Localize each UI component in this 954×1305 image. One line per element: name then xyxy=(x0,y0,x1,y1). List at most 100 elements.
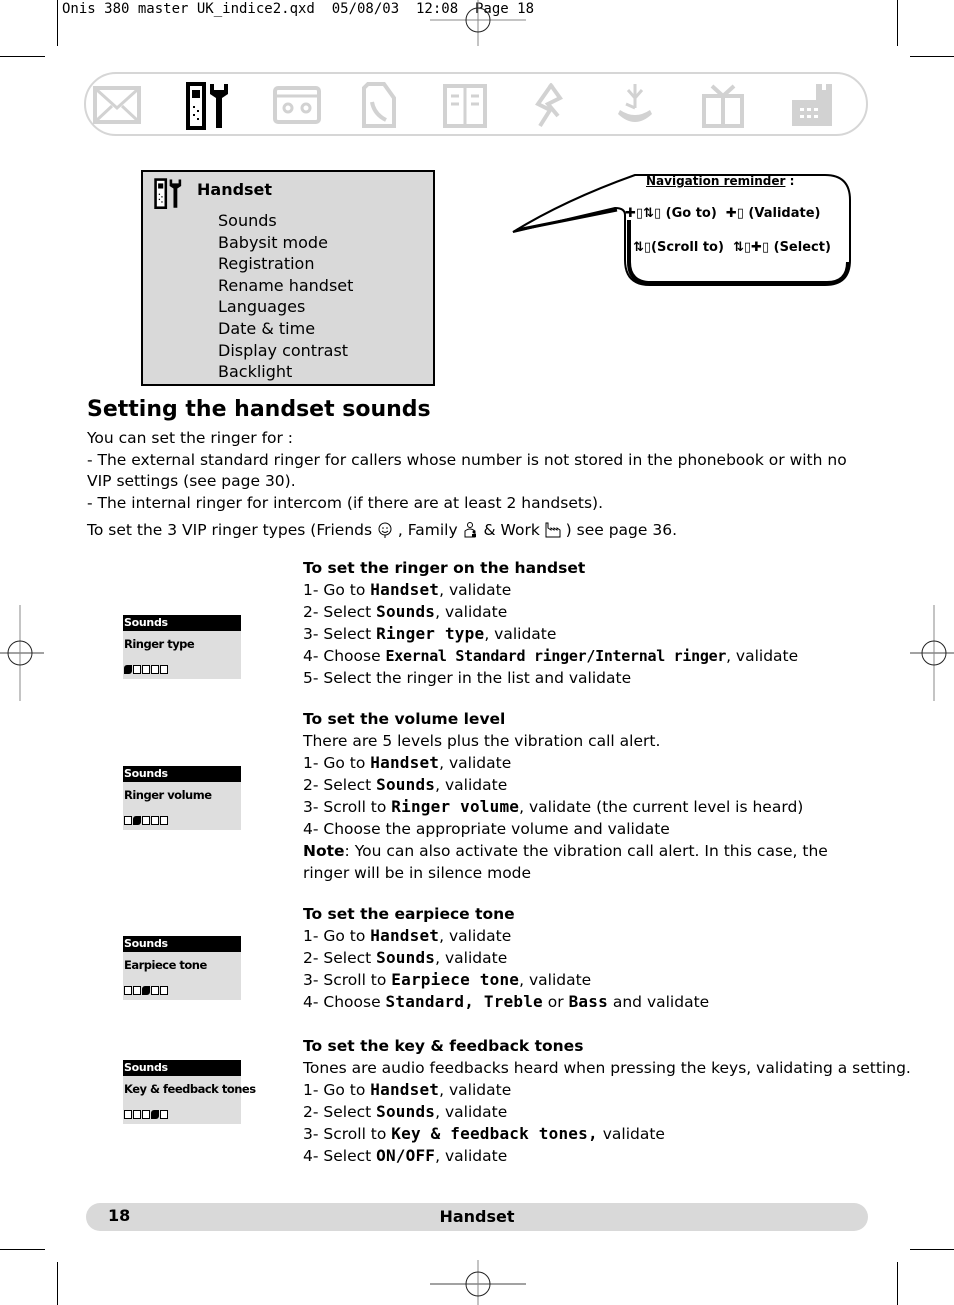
lcd-screen-ringer-type: Sounds Ringer type xyxy=(123,615,241,679)
step-text: , validate xyxy=(439,581,512,599)
step-text: Tones are audio feedbacks heard when pre… xyxy=(303,1059,911,1077)
step-text: 1- Go to xyxy=(303,581,371,599)
section-earpiece-tone: To set the earpiece tone 1- Go to Handse… xyxy=(303,903,868,1013)
level-cell xyxy=(151,1110,159,1119)
step-line: 3- Select Ringer type, validate xyxy=(303,623,868,645)
menu-item-date-time[interactable]: Date & time xyxy=(218,318,353,340)
base-settings-icon[interactable] xyxy=(786,80,836,130)
level-cell xyxy=(151,986,159,995)
phone-call-icon[interactable] xyxy=(354,80,404,130)
section-ringer-type: To set the ringer on the handset 1- Go t… xyxy=(303,557,868,689)
lcd-keyword: Bass xyxy=(568,992,608,1011)
section-heading: To set the key & feedback tones xyxy=(303,1037,584,1055)
step-text: validate xyxy=(597,1125,665,1143)
nav-right-key-icon: ✚▯ xyxy=(725,206,744,221)
step-text: : You can also activate the vibration ca… xyxy=(303,842,828,882)
step-text: , validate xyxy=(439,1081,512,1099)
lcd-keyword: ON/OFF xyxy=(376,1146,436,1165)
intro-line: - The external standard ringer for calle… xyxy=(87,450,847,491)
handset-tools-icon[interactable] xyxy=(184,80,234,130)
intro-line: - The internal ringer for intercom (if t… xyxy=(87,493,603,512)
footer-section-name: Handset xyxy=(439,1207,515,1226)
menu-item-registration[interactable]: Registration xyxy=(218,253,353,275)
step-text: , validate xyxy=(435,1147,508,1165)
step-text: 4- Choose the appropriate volume and val… xyxy=(303,820,670,838)
handset-menu-box: Handset Sounds Babysit mode Registration… xyxy=(141,170,435,386)
level-cell xyxy=(142,816,150,825)
step-line: 3- Scroll to Ringer volume, validate (th… xyxy=(303,796,868,818)
menu-item-display-contrast[interactable]: Display contrast xyxy=(218,340,353,362)
menu-item-rename-handset[interactable]: Rename handset xyxy=(218,275,353,297)
registration-mark-top xyxy=(430,0,526,46)
step-line: 4- Select ON/OFF, validate xyxy=(303,1145,868,1167)
trim-mark xyxy=(57,1262,58,1305)
nav-right-key-icon: ✚▯ xyxy=(751,240,770,255)
nav-scroll-key-icon: ⇅▯ xyxy=(633,240,652,255)
step-text: , validate xyxy=(435,603,508,621)
level-cell xyxy=(142,665,150,674)
lcd-keyword: Handset xyxy=(370,926,440,945)
services-icon[interactable] xyxy=(524,80,574,130)
step-line: Tones are audio feedbacks heard when pre… xyxy=(303,1057,911,1079)
menu-item-list: Sounds Babysit mode Registration Rename … xyxy=(218,210,353,383)
navigation-reminder-title: Navigation reminder : xyxy=(646,174,795,188)
level-cell xyxy=(133,986,141,995)
menu-item-backlight[interactable]: Backlight xyxy=(218,361,353,383)
section-heading: To set the volume level xyxy=(303,710,506,728)
level-cell xyxy=(133,1110,141,1119)
answering-machine-icon[interactable] xyxy=(272,80,322,130)
intro-text: You can set the ringer for : - The exter… xyxy=(87,428,857,542)
step-text: , validate xyxy=(484,625,557,643)
menu-item-babysit-mode[interactable]: Babysit mode xyxy=(218,232,353,254)
menu-item-sounds[interactable]: Sounds xyxy=(218,210,353,232)
intro-line: You can set the ringer for : xyxy=(87,429,294,447)
step-line: 3- Scroll to Key & feedback tones, valid… xyxy=(303,1123,868,1145)
level-cell xyxy=(124,1110,132,1119)
step-text: 5- Select the ringer in the list and val… xyxy=(303,669,632,687)
gift-icon[interactable] xyxy=(698,80,748,130)
step-text: Note xyxy=(303,842,345,860)
note: Note: You can also activate the vibratio… xyxy=(303,840,868,884)
step-text: 3- Scroll to xyxy=(303,971,392,989)
lcd-level-indicator xyxy=(124,986,168,995)
alarm-icon[interactable] xyxy=(610,80,660,130)
lcd-keyword: Sounds xyxy=(376,775,436,794)
navigation-reminder-bubble xyxy=(512,174,851,286)
section-heading: To set the earpiece tone xyxy=(303,905,515,923)
nav-scroll-key-icon: ⇅▯ xyxy=(733,240,752,255)
step-text: There are 5 levels plus the vibration ca… xyxy=(303,732,661,750)
step-text: 2- Select xyxy=(303,1103,377,1121)
trim-mark xyxy=(910,56,954,57)
lcd-level-indicator xyxy=(124,665,168,674)
nav-right-key-icon: ✚▯ xyxy=(625,206,644,221)
step-line: 2- Select Sounds, validate xyxy=(303,774,868,796)
registration-mark-bottom xyxy=(430,1260,526,1305)
nav-scroll-key-icon: ⇅▯ xyxy=(643,206,662,221)
registration-mark-right xyxy=(910,605,954,701)
step-text: 1- Go to xyxy=(303,1081,371,1099)
lcd-keyword: Handset xyxy=(370,1080,440,1099)
lcd-keyword: Handset xyxy=(370,580,440,599)
lcd-label: Key & feedback tones xyxy=(124,1082,256,1096)
level-cell xyxy=(133,816,141,825)
level-cell xyxy=(160,816,168,825)
phonebook-icon[interactable] xyxy=(440,80,490,130)
step-text: or xyxy=(542,993,569,1011)
trim-mark xyxy=(910,1249,954,1250)
step-text: 3- Scroll to xyxy=(303,1125,392,1143)
trim-mark xyxy=(0,56,45,57)
step-line: 2- Select Sounds, validate xyxy=(303,1101,868,1123)
step-line: 1- Go to Handset, validate xyxy=(303,1079,868,1101)
lcd-keyword: Sounds xyxy=(376,602,436,621)
envelope-icon[interactable] xyxy=(92,80,142,130)
step-line: There are 5 levels plus the vibration ca… xyxy=(303,730,868,752)
work-factory-icon xyxy=(545,522,561,538)
level-cell xyxy=(124,816,132,825)
level-cell xyxy=(142,1110,150,1119)
step-line: 4- Choose Exernal Standard ringer/Intern… xyxy=(303,645,868,667)
level-cell xyxy=(124,665,132,674)
section-volume-level: To set the volume level There are 5 leve… xyxy=(303,708,868,884)
menu-item-languages[interactable]: Languages xyxy=(218,296,353,318)
family-icon xyxy=(464,522,476,538)
lcd-screen-key-feedback-tones: Sounds Key & feedback tones xyxy=(123,1060,256,1124)
